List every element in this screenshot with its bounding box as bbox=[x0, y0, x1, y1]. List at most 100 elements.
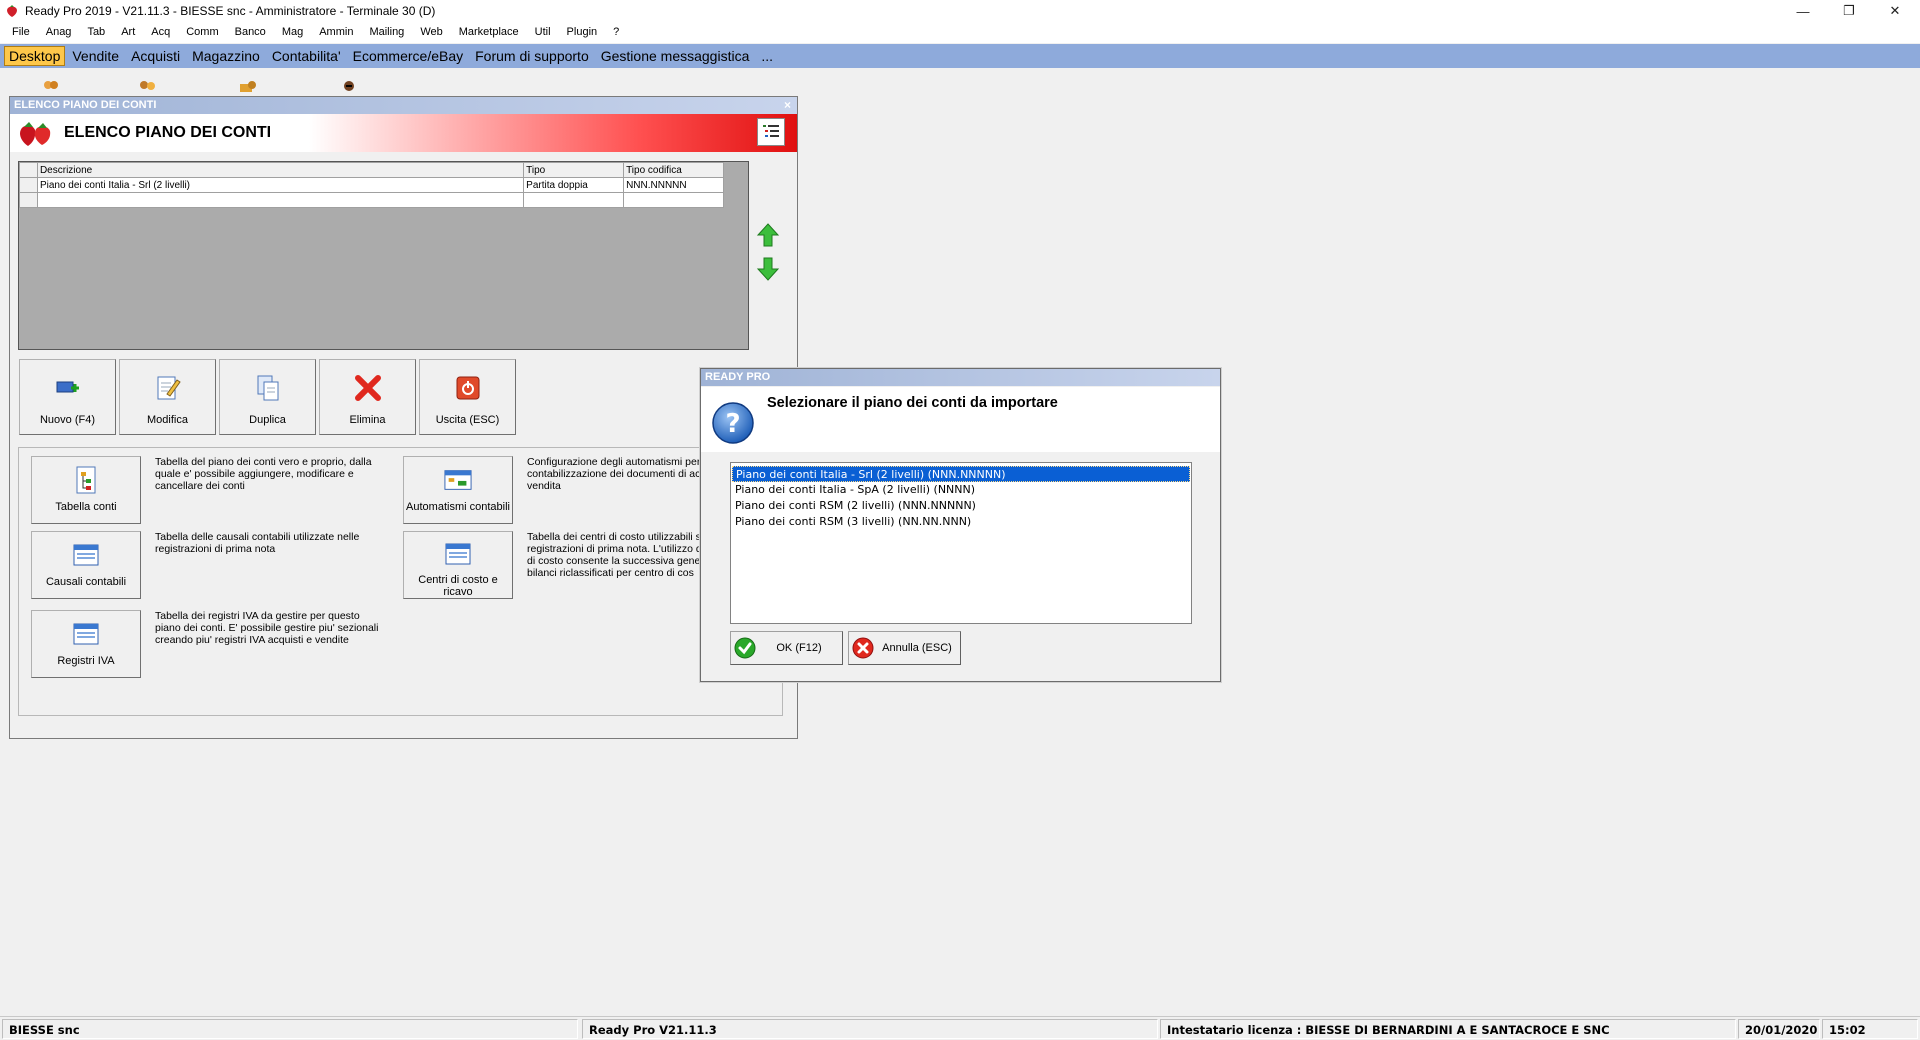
centri-costo-description: Tabella dei centri di costo utilizzabili… bbox=[527, 531, 715, 579]
piano-window-caption-text: ELENCO PIANO DEI CONTI bbox=[14, 99, 157, 111]
cancel-icon bbox=[852, 637, 874, 659]
status-license: Intestatario licenza : BIESSE DI BERNARD… bbox=[1160, 1019, 1736, 1039]
main-tab-bar: Desktop Vendite Acquisti Magazzino Conta… bbox=[0, 44, 1920, 68]
dialog-title: Selezionare il piano dei conti da import… bbox=[767, 395, 1058, 411]
desktop-person-icon[interactable] bbox=[340, 80, 362, 94]
table-row[interactable]: Piano dei conti Italia - Srl (2 livelli)… bbox=[19, 177, 724, 193]
arrow-up-icon bbox=[756, 223, 780, 247]
status-time: 15:02 bbox=[1822, 1019, 1918, 1039]
restore-button[interactable]: ❐ bbox=[1826, 0, 1872, 22]
row-selector-header bbox=[19, 162, 38, 178]
piano-options-listbox[interactable]: Piano dei conti Italia - Srl (2 livelli)… bbox=[730, 462, 1192, 624]
list-item[interactable]: Piano dei conti RSM (2 livelli) (NNN.NNN… bbox=[732, 498, 1190, 514]
menu-file[interactable]: File bbox=[4, 22, 38, 43]
row-selector[interactable] bbox=[19, 192, 38, 208]
tabella-conti-label: Tabella conti bbox=[55, 501, 117, 513]
nuovo-button[interactable]: Nuovo (F4) bbox=[19, 359, 116, 435]
tab-vendite[interactable]: Vendite bbox=[67, 46, 124, 66]
row-selector[interactable] bbox=[19, 177, 38, 193]
registri-iva-button[interactable]: Registri IVA bbox=[31, 610, 141, 678]
menu-web[interactable]: Web bbox=[412, 22, 450, 43]
menu-util[interactable]: Util bbox=[527, 22, 559, 43]
list-options-button[interactable] bbox=[757, 118, 785, 146]
edit-document-icon bbox=[157, 376, 181, 400]
elimina-button[interactable]: Elimina bbox=[319, 359, 416, 435]
menu-mag[interactable]: Mag bbox=[274, 22, 311, 43]
automatismi-contabili-description: Configurazione degli automatismi per con… bbox=[527, 456, 707, 492]
column-header-tipo-codifica[interactable]: Tipo codifica bbox=[623, 162, 724, 178]
menu-plugin[interactable]: Plugin bbox=[559, 22, 606, 43]
centri-costo-button[interactable]: Centri di costo e ricavo bbox=[403, 531, 513, 599]
automatismi-contabili-button[interactable]: Automatismi contabili bbox=[403, 456, 513, 524]
uscita-button[interactable]: Uscita (ESC) bbox=[419, 359, 516, 435]
tab-more[interactable]: ... bbox=[756, 46, 778, 66]
window-table-icon bbox=[445, 543, 471, 565]
window-table-icon bbox=[73, 623, 99, 645]
menu-marketplace[interactable]: Marketplace bbox=[451, 22, 527, 43]
account-tree-icon bbox=[76, 466, 96, 494]
desktop-truck-icon[interactable] bbox=[236, 80, 258, 94]
desktop-people-icon[interactable] bbox=[40, 80, 62, 94]
related-tables-panel: Tabella conti Tabella del piano dei cont… bbox=[18, 447, 783, 716]
menu-anag[interactable]: Anag bbox=[38, 22, 80, 43]
menu-bar: File Anag Tab Art Acq Comm Banco Mag Amm… bbox=[0, 22, 1920, 43]
menu-help[interactable]: ? bbox=[605, 22, 627, 43]
move-up-button[interactable] bbox=[755, 221, 781, 249]
column-header-tipo[interactable]: Tipo bbox=[523, 162, 625, 178]
tab-desktop[interactable]: Desktop bbox=[4, 46, 66, 66]
registri-iva-label: Registri IVA bbox=[57, 655, 115, 667]
tab-messaggistica[interactable]: Gestione messaggistica bbox=[596, 46, 755, 66]
menu-tab[interactable]: Tab bbox=[79, 22, 113, 43]
piano-conti-grid[interactable]: Descrizione Tipo Tipo codifica Piano dei… bbox=[18, 161, 749, 350]
minimize-button[interactable]: — bbox=[1780, 0, 1826, 22]
menu-mailing[interactable]: Mailing bbox=[361, 22, 412, 43]
cell-tipo-codifica[interactable]: NNN.NNNNN bbox=[623, 177, 724, 193]
move-down-button[interactable] bbox=[755, 255, 781, 283]
elimina-label: Elimina bbox=[349, 414, 386, 426]
annulla-label: Annulla (ESC) bbox=[882, 642, 952, 654]
list-menu-icon bbox=[763, 125, 779, 137]
tabella-conti-description: Tabella del piano dei conti vero e propr… bbox=[155, 456, 372, 492]
registri-iva-description: Tabella dei registri IVA da gestire per … bbox=[155, 610, 379, 646]
menu-comm[interactable]: Comm bbox=[178, 22, 226, 43]
annulla-button[interactable]: Annulla (ESC) bbox=[848, 631, 961, 665]
dialog-header: ? Selezionare il piano dei conti da impo… bbox=[701, 387, 1220, 452]
menu-acq[interactable]: Acq bbox=[143, 22, 178, 43]
tab-forum[interactable]: Forum di supporto bbox=[470, 46, 594, 66]
cell-empty[interactable] bbox=[623, 192, 724, 208]
modifica-button[interactable]: Modifica bbox=[119, 359, 216, 435]
status-bar: BIESSE snc Ready Pro V21.11.3 Intestatar… bbox=[0, 1016, 1920, 1040]
status-version: Ready Pro V21.11.3 bbox=[582, 1019, 1158, 1039]
menu-banco[interactable]: Banco bbox=[227, 22, 274, 43]
tabella-conti-button[interactable]: Tabella conti bbox=[31, 456, 141, 524]
piano-window-close-icon[interactable]: × bbox=[784, 97, 791, 114]
column-header-descrizione[interactable]: Descrizione bbox=[36, 162, 525, 178]
cell-empty[interactable] bbox=[523, 192, 625, 208]
list-item[interactable]: Piano dei conti Italia - SpA (2 livelli)… bbox=[732, 482, 1190, 498]
list-item[interactable]: Piano dei conti RSM (3 livelli) (NN.NN.N… bbox=[732, 514, 1190, 530]
menu-ammin[interactable]: Ammin bbox=[311, 22, 361, 43]
strawberry-app-icon bbox=[7, 5, 17, 17]
menu-art[interactable]: Art bbox=[113, 22, 143, 43]
centri-costo-label: Centri di costo e ricavo bbox=[418, 574, 498, 598]
piano-window-caption: ELENCO PIANO DEI CONTI × bbox=[10, 97, 797, 114]
close-button[interactable]: ✕ bbox=[1872, 0, 1918, 22]
modifica-label: Modifica bbox=[147, 414, 188, 426]
table-row-empty[interactable] bbox=[19, 192, 724, 208]
tab-ecommerce[interactable]: Ecommerce/eBay bbox=[348, 46, 468, 66]
window-title: Ready Pro 2019 - V21.11.3 - BIESSE snc -… bbox=[25, 4, 436, 18]
cell-tipo[interactable]: Partita doppia bbox=[523, 177, 625, 193]
tab-acquisti[interactable]: Acquisti bbox=[126, 46, 185, 66]
cell-descrizione[interactable]: Piano dei conti Italia - Srl (2 livelli) bbox=[36, 177, 525, 193]
ok-label: OK (F12) bbox=[776, 642, 822, 654]
tab-magazzino[interactable]: Magazzino bbox=[187, 46, 265, 66]
desktop-users-icon[interactable] bbox=[137, 80, 159, 94]
causali-contabili-button[interactable]: Causali contabili bbox=[31, 531, 141, 599]
duplica-button[interactable]: Duplica bbox=[219, 359, 316, 435]
list-item[interactable]: Piano dei conti Italia - Srl (2 livelli)… bbox=[732, 466, 1190, 482]
ok-button[interactable]: OK (F12) bbox=[730, 631, 843, 665]
cell-empty[interactable] bbox=[36, 192, 525, 208]
grid-header-row: Descrizione Tipo Tipo codifica bbox=[19, 162, 724, 178]
dialog-caption: READY PRO bbox=[701, 369, 1220, 386]
tab-contabilita[interactable]: Contabilita' bbox=[267, 46, 346, 66]
